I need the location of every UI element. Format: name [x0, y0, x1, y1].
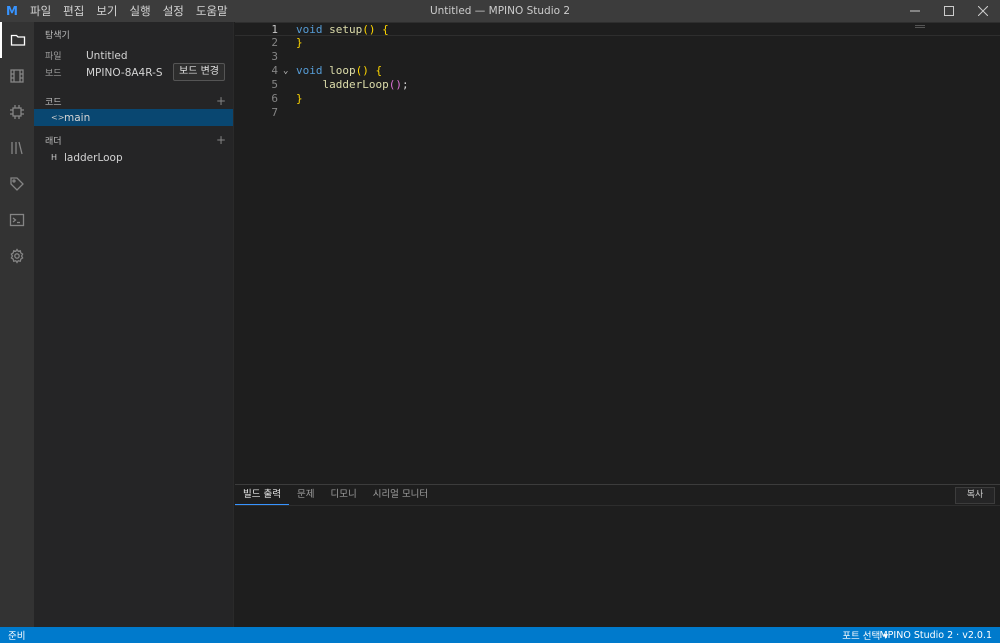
- chip-icon: [10, 105, 24, 119]
- status-version: MPINO Studio 2 · v2.0.1: [879, 629, 992, 641]
- ladder-item-label: ladderLoop: [64, 151, 123, 164]
- code-text: void setup() {: [296, 23, 389, 36]
- window-controls: [898, 0, 1000, 22]
- menu-run[interactable]: 실행: [124, 0, 157, 22]
- tab-monitor[interactable]: 디모니: [322, 485, 364, 505]
- file-value: Untitled: [86, 49, 128, 62]
- tag-icon: [10, 177, 24, 191]
- code-text: }: [296, 36, 303, 49]
- tab-serial-monitor[interactable]: 시리얼 모니터: [365, 485, 436, 505]
- line-number: 3: [271, 50, 278, 63]
- board-value: MPINO-8A4R-S: [86, 66, 163, 79]
- activity-explorer[interactable]: [0, 22, 34, 58]
- close-button[interactable]: [966, 0, 1000, 22]
- terminal-icon: [9, 213, 25, 227]
- title-bar: M 파일 편집 보기 실행 설정 도움말 Untitled — MPINO St…: [0, 0, 1000, 22]
- ladder-section-title: 래더: [45, 136, 62, 147]
- ladder-section-header: 래더 +: [45, 133, 226, 147]
- folder-icon: [10, 34, 26, 46]
- code-line: 3: [235, 50, 1000, 64]
- tab-problems[interactable]: 문제: [289, 485, 322, 505]
- library-icon: [11, 141, 23, 155]
- ladder-item-ladderloop[interactable]: H ladderLoop: [34, 149, 233, 166]
- fold-chevron-icon[interactable]: ⌄: [283, 64, 288, 78]
- file-label: 파일: [45, 52, 62, 62]
- code-line: 2 }: [235, 36, 1000, 50]
- close-icon: [978, 6, 988, 16]
- change-board-button[interactable]: 보드 변경: [173, 63, 225, 81]
- maximize-icon: [944, 6, 954, 16]
- line-number: 4: [271, 64, 278, 77]
- line-number: 6: [271, 92, 278, 105]
- activity-media[interactable]: [0, 58, 34, 94]
- code-text: void loop() {: [296, 64, 383, 77]
- activity-board[interactable]: [0, 94, 34, 130]
- activity-library[interactable]: [0, 130, 34, 166]
- output-panel: 빌드 출력 문제 디모니 시리얼 모니터 복사: [235, 484, 1000, 627]
- code-line: 1 void setup() {: [235, 22, 1000, 36]
- menu-settings[interactable]: 설정: [157, 0, 190, 22]
- menu-view[interactable]: 보기: [90, 0, 123, 22]
- line-number: 5: [271, 78, 278, 91]
- code-section-header: 코드 +: [45, 94, 226, 108]
- panel-tabs: 빌드 출력 문제 디모니 시리얼 모니터: [235, 485, 1000, 506]
- code-item-label: main: [64, 111, 91, 124]
- minimize-icon: [910, 10, 920, 12]
- app-logo-icon: M: [6, 4, 18, 18]
- code-line: 7: [235, 106, 1000, 120]
- code-line: 4 ⌄ void loop() {: [235, 64, 1000, 78]
- activity-terminal[interactable]: [0, 202, 34, 238]
- line-number: 7: [271, 106, 278, 119]
- add-code-button[interactable]: +: [216, 94, 226, 108]
- code-file-icon: <>: [51, 113, 65, 122]
- status-bar: 준비 포트 선택 ▾ MPINO Studio 2 · v2.0.1: [0, 627, 1000, 643]
- add-ladder-button[interactable]: +: [216, 133, 226, 147]
- explorer-sidebar: 탐색기 파일 Untitled 보드 MPINO-8A4R-S 보드 변경 코드…: [34, 22, 234, 627]
- code-text: }: [296, 92, 303, 105]
- line-number: 2: [271, 36, 278, 49]
- board-label: 보드: [45, 69, 62, 79]
- copy-button[interactable]: 복사: [955, 487, 995, 504]
- code-line: 5 ladderLoop();: [235, 78, 1000, 92]
- minimize-button[interactable]: [898, 0, 932, 22]
- file-row: 파일 Untitled: [45, 49, 128, 63]
- menu-bar: 파일 편집 보기 실행 설정 도움말: [24, 0, 234, 22]
- film-icon: [10, 69, 24, 83]
- ladder-icon: H: [51, 153, 58, 162]
- menu-file[interactable]: 파일: [24, 0, 57, 22]
- activity-bar: [0, 22, 34, 627]
- sidebar-title: 탐색기: [45, 31, 70, 41]
- code-section-title: 코드: [45, 97, 62, 108]
- gear-icon: [10, 248, 24, 264]
- code-editor[interactable]: 1 void setup() { 2 } 3 4 ⌄ void loop() {…: [235, 22, 1000, 484]
- activity-settings[interactable]: [0, 238, 34, 274]
- code-line: 6 }: [235, 92, 1000, 106]
- tab-build-output[interactable]: 빌드 출력: [235, 485, 289, 505]
- menu-help[interactable]: 도움말: [190, 0, 234, 22]
- code-item-main[interactable]: <> main: [34, 109, 233, 126]
- activity-tags[interactable]: [0, 166, 34, 202]
- status-ready: 준비: [8, 631, 26, 642]
- board-row: 보드 MPINO-8A4R-S: [45, 66, 163, 80]
- maximize-button[interactable]: [932, 0, 966, 22]
- line-number: 1: [271, 23, 278, 36]
- menu-edit[interactable]: 편집: [57, 0, 90, 22]
- code-text: ladderLoop();: [322, 78, 409, 91]
